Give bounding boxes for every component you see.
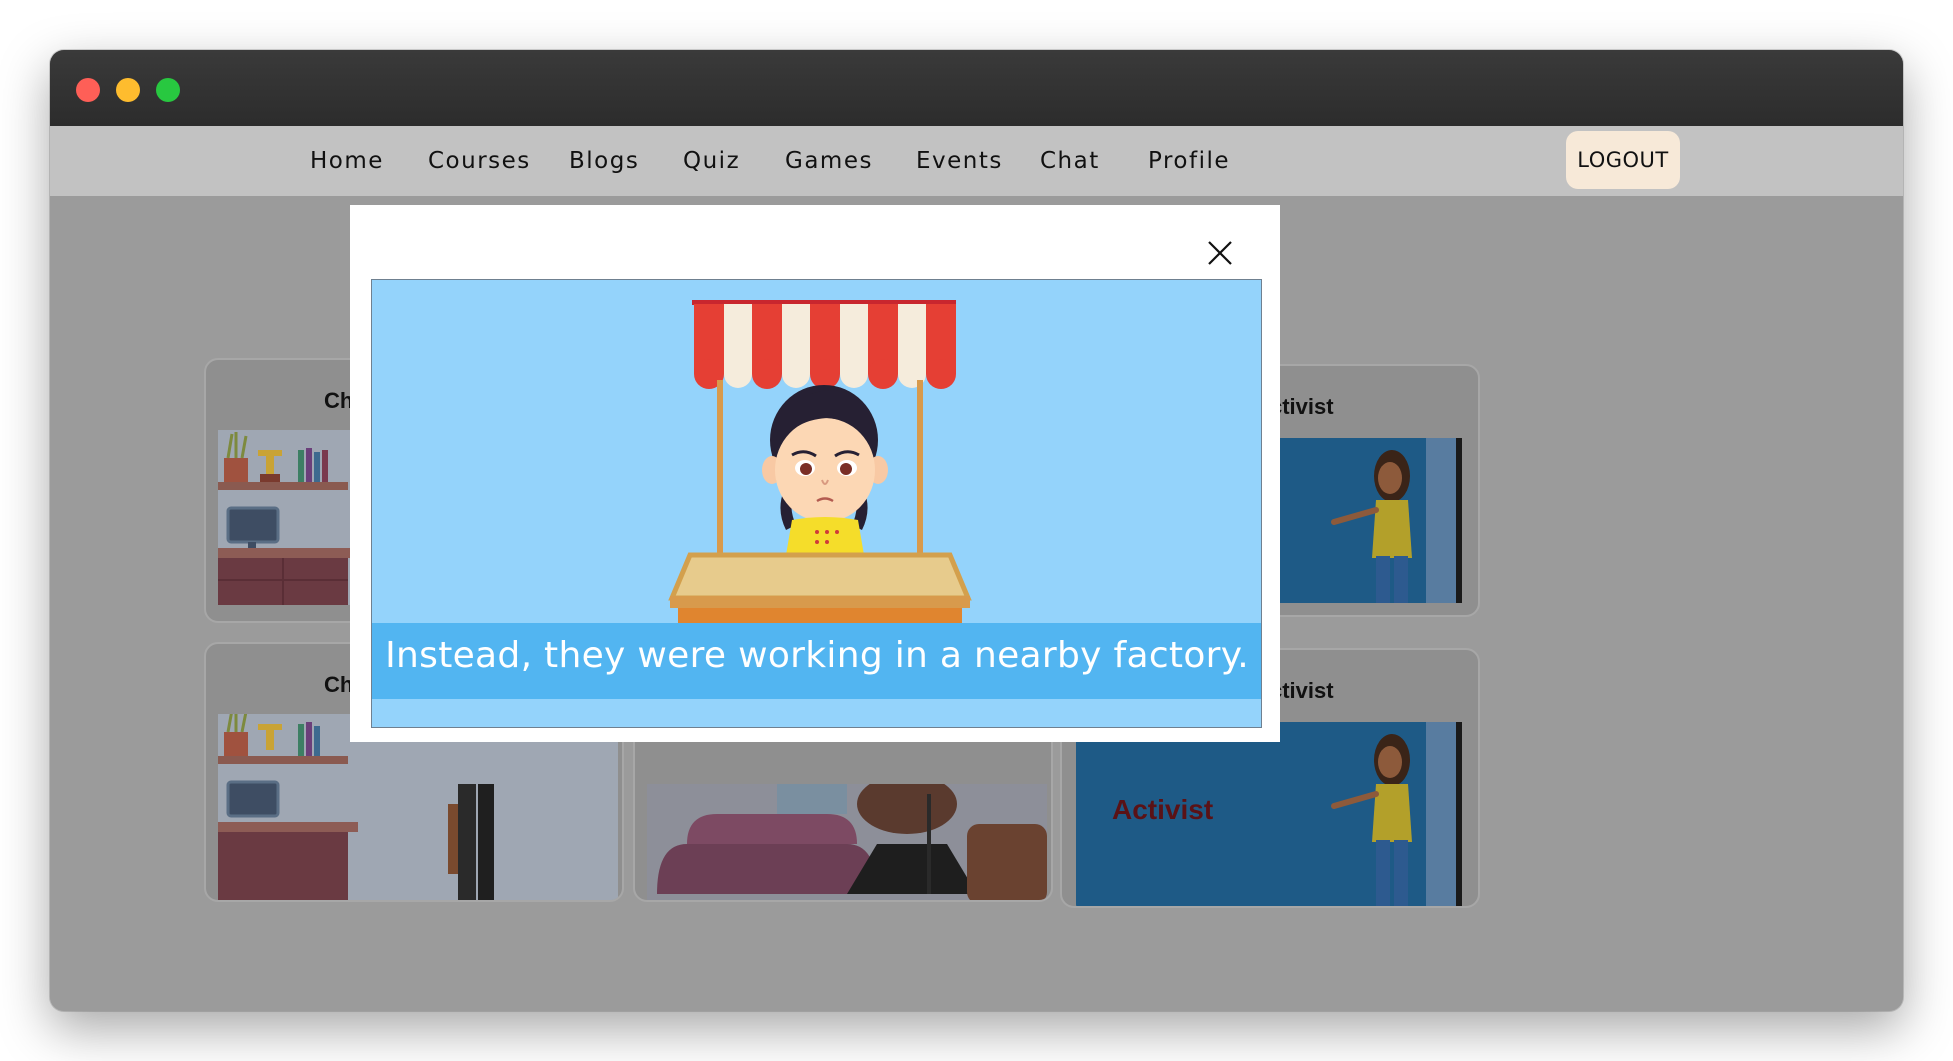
close-window-button[interactable] [76,78,100,102]
nav-events[interactable]: Events [916,126,1003,196]
nav-courses[interactable]: Courses [428,126,531,196]
nav-home[interactable]: Home [310,126,384,196]
nav-profile[interactable]: Profile [1148,126,1230,196]
nav-blogs[interactable]: Blogs [569,126,639,196]
close-icon[interactable] [1205,238,1235,268]
logout-button[interactable]: LOGOUT [1566,131,1680,189]
nav-games[interactable]: Games [785,126,873,196]
course-thumbnail: Activist [1076,722,1462,906]
minimize-window-button[interactable] [116,78,140,102]
course-thumbnail [647,784,1047,900]
nav-quiz[interactable]: Quiz [683,126,740,196]
subtitle-band: Instead, they were working in a nearby f… [372,623,1261,699]
title-bar [50,50,1903,126]
zoom-window-button[interactable] [156,78,180,102]
nav-chat[interactable]: Chat [1040,126,1100,196]
video-modal: Instead, they were working in a nearby f… [350,205,1280,742]
top-navbar: Home Courses Blogs Quiz Games Events Cha… [50,126,1903,196]
course-thumbnail [218,714,618,900]
video-player[interactable]: Instead, they were working in a nearby f… [371,279,1262,728]
thumbnail-caption: Activist [1112,794,1214,825]
video-subtitle: Instead, they were working in a nearby f… [385,635,1249,676]
